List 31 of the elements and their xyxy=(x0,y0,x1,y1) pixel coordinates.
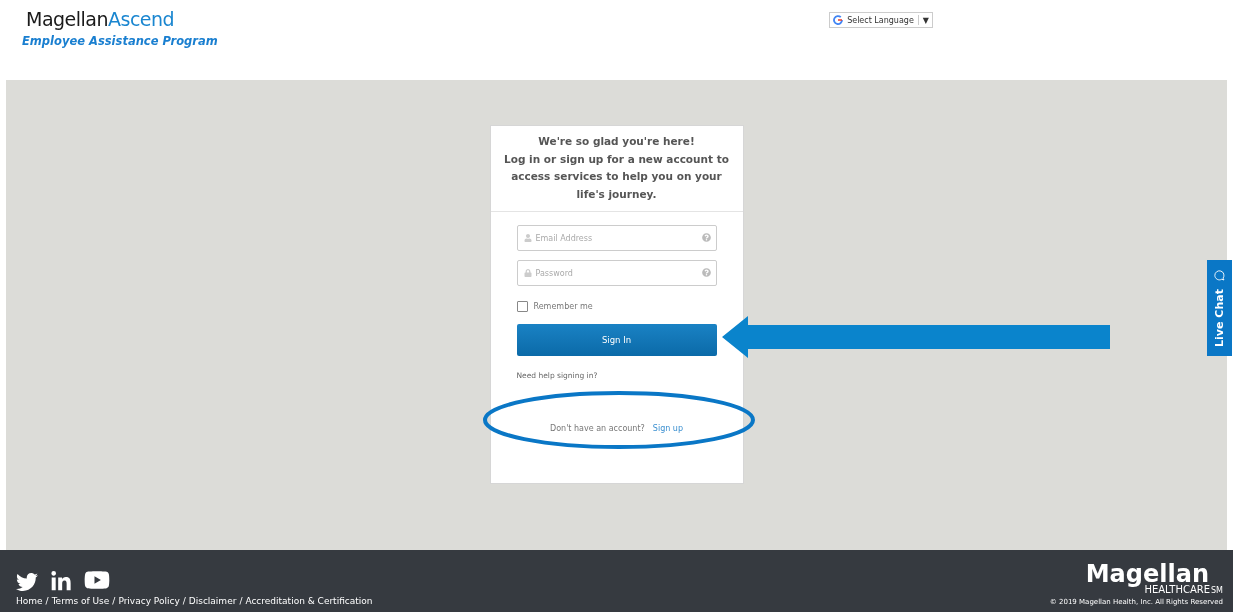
service-mark: SM xyxy=(1211,587,1223,595)
sign-in-button[interactable]: Sign In xyxy=(516,324,717,356)
password-field[interactable]: Password xyxy=(516,260,717,286)
link-separator: / xyxy=(182,596,186,606)
welcome-text: Log in or sign up for a new account to access services to help you on your life's journey. xyxy=(503,151,730,202)
footer-link[interactable]: Terms of Use xyxy=(51,596,110,606)
footer-link[interactable]: Home xyxy=(16,596,43,606)
remember-label: Remember me xyxy=(533,302,593,311)
footer-link[interactable]: Accreditation & Certification xyxy=(245,596,373,606)
user-icon xyxy=(523,234,532,242)
footer-logo-subtitle: HEALTHCARE xyxy=(1144,585,1210,595)
link-separator: / xyxy=(112,596,116,606)
link-separator: / xyxy=(239,596,243,606)
chat-bubble-icon xyxy=(1214,269,1225,281)
lock-icon xyxy=(523,269,532,277)
footer-logo: Magellan xyxy=(1085,563,1209,585)
google-g-icon xyxy=(833,15,844,25)
live-chat-tab[interactable]: Live Chat xyxy=(1207,260,1232,356)
linkedin-icon[interactable] xyxy=(50,571,72,593)
program-subtitle: Employee Assistance Program xyxy=(22,34,218,48)
sign-up-link[interactable]: Sign up xyxy=(652,424,683,433)
footer-link[interactable]: Disclaimer xyxy=(188,596,237,606)
link-separator: / xyxy=(45,596,49,606)
remember-checkbox[interactable] xyxy=(516,301,528,312)
welcome-text: We're so glad you're here! xyxy=(538,134,695,149)
footer-link[interactable]: Privacy Policy xyxy=(118,596,180,606)
bird-icon[interactable] xyxy=(16,571,38,593)
brand-logo: MagellanAscend xyxy=(25,8,176,30)
signup-prompt: Don't have an account? xyxy=(550,424,645,433)
email-field[interactable]: Email Address xyxy=(516,225,717,251)
language-select[interactable]: Select Language ▼ xyxy=(829,12,933,28)
